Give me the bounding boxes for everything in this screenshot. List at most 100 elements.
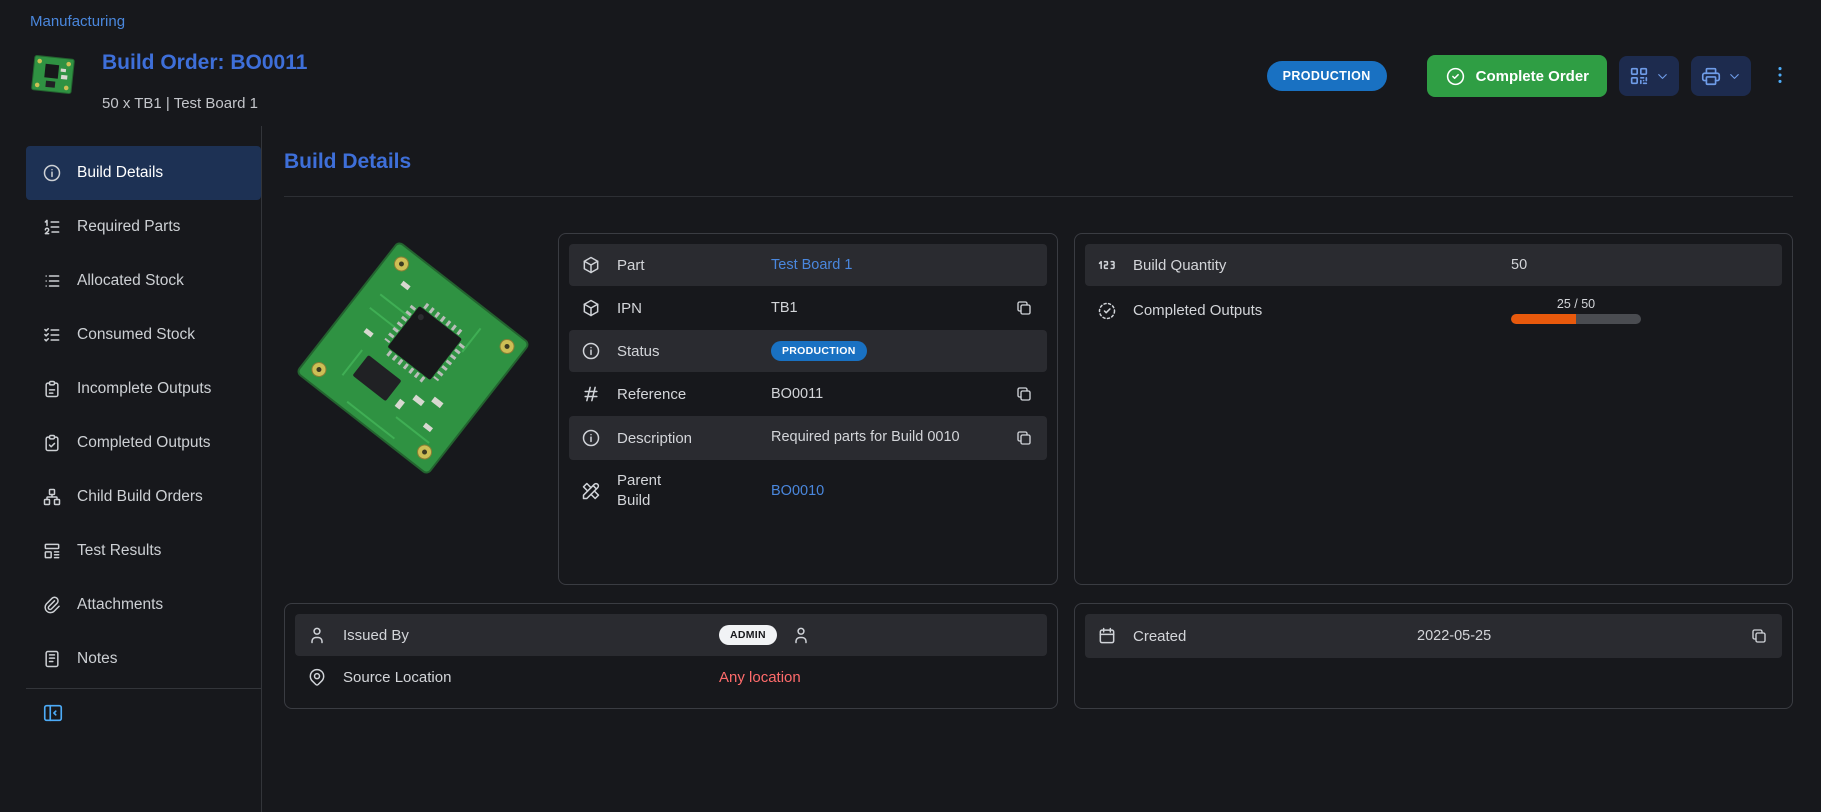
sidebar-item-consumed-stock[interactable]: Consumed Stock <box>26 308 261 362</box>
dots-vertical-icon <box>1769 64 1791 86</box>
chevron-down-icon <box>1727 69 1742 84</box>
build-quantity-value: 50 <box>1511 257 1527 273</box>
more-actions-button[interactable] <box>1767 60 1793 93</box>
part-link[interactable]: Test Board 1 <box>771 257 852 273</box>
row-status: Status PRODUCTION <box>569 330 1047 372</box>
row-created: Created 2022-05-25 <box>1085 614 1782 658</box>
tools-icon <box>581 481 601 501</box>
admin-badge: ADMIN <box>719 625 777 645</box>
copy-ipn-button[interactable] <box>1013 297 1035 319</box>
map-pin-icon <box>307 667 327 687</box>
copy-created-button[interactable] <box>1748 625 1770 647</box>
row-part: Part Test Board 1 <box>569 244 1047 286</box>
part-image <box>284 233 542 585</box>
issued-by-label: Issued By <box>343 627 703 644</box>
pcb-image <box>288 233 538 483</box>
body: Build Details Required Parts Allocated S… <box>0 126 1821 812</box>
issued-by-value: ADMIN <box>719 625 811 645</box>
progress-check-icon <box>1097 301 1117 321</box>
copy-icon <box>1750 627 1768 645</box>
paperclip-icon <box>42 595 62 615</box>
main-content: Build Details <box>262 126 1821 812</box>
copy-icon <box>1015 385 1033 403</box>
sidebar-item-child-build-orders[interactable]: Child Build Orders <box>26 470 261 524</box>
row-description: Description Required parts for Build 001… <box>569 416 1047 460</box>
copy-description-button[interactable] <box>1013 427 1035 449</box>
copy-reference-button[interactable] <box>1013 383 1035 405</box>
row-build-quantity: Build Quantity 50 <box>1085 244 1782 286</box>
progress-fill <box>1511 314 1576 324</box>
description-label: Description <box>617 430 755 447</box>
breadcrumb-manufacturing-link[interactable]: Manufacturing <box>30 13 125 30</box>
header-left: Build Order: BO0011 50 x TB1 | Test Boar… <box>26 47 307 112</box>
hash-icon <box>581 384 601 404</box>
row-issued-by: Issued By ADMIN <box>295 614 1047 656</box>
list-icon <box>42 271 62 291</box>
sidebar-item-completed-outputs[interactable]: Completed Outputs <box>26 416 261 470</box>
user-icon <box>307 625 327 645</box>
info-circle-icon <box>581 341 601 361</box>
barcode-actions-button[interactable] <box>1619 56 1679 96</box>
page-header: Build Order: BO0011 50 x TB1 | Test Boar… <box>0 35 1821 126</box>
sidebar-item-incomplete-outputs[interactable]: Incomplete Outputs <box>26 362 261 416</box>
sidebar-item-label: Notes <box>77 650 118 668</box>
sidebar-footer <box>26 688 261 729</box>
sidebar-item-attachments[interactable]: Attachments <box>26 578 261 632</box>
circle-check-icon <box>1445 66 1466 87</box>
user-icon <box>791 625 811 645</box>
sidebar-item-build-details[interactable]: Build Details <box>26 146 261 200</box>
source-location-value: Any location <box>719 669 801 686</box>
sidebar-item-label: Child Build Orders <box>77 488 203 506</box>
sidebar-item-test-results[interactable]: Test Results <box>26 524 261 578</box>
row-source-location: Source Location Any location <box>295 656 1047 698</box>
reference-label: Reference <box>617 386 755 403</box>
created-label: Created <box>1133 628 1401 645</box>
row-parent-build: Parent Build BO0010 <box>569 460 1047 521</box>
meta-grid: Issued By ADMIN Source Location Any loca… <box>284 603 1793 709</box>
clipboard-icon <box>42 379 62 399</box>
info-circle-icon <box>581 428 601 448</box>
part-label: Part <box>617 257 755 274</box>
sidebar-collapse-button[interactable] <box>42 702 64 727</box>
sidebar-item-required-parts[interactable]: Required Parts <box>26 200 261 254</box>
heading-divider <box>284 196 1793 197</box>
sidebar-item-label: Attachments <box>77 596 163 614</box>
clipboard-check-icon <box>42 433 62 453</box>
sitemap-icon <box>42 487 62 507</box>
copy-icon <box>1015 429 1033 447</box>
issued-panel: Issued By ADMIN Source Location Any loca… <box>284 603 1058 709</box>
header-titles: Build Order: BO0011 50 x TB1 | Test Boar… <box>102 47 307 112</box>
row-completed-outputs: Completed Outputs 25 / 50 <box>1085 286 1782 335</box>
breadcrumb: Manufacturing <box>0 0 1821 35</box>
part-thumbnail[interactable] <box>26 47 80 101</box>
info-circle-icon <box>42 163 62 183</box>
complete-order-button[interactable]: Complete Order <box>1427 55 1607 97</box>
description-value: Required parts for Build 0010 <box>771 427 960 448</box>
printer-icon <box>1700 65 1722 87</box>
status-label: Status <box>617 343 755 360</box>
parent-build-link[interactable]: BO0010 <box>771 483 824 499</box>
sidebar-item-label: Required Parts <box>77 218 180 236</box>
print-actions-button[interactable] <box>1691 56 1751 96</box>
sidebar-item-label: Allocated Stock <box>77 272 184 290</box>
row-ipn: IPN TB1 <box>569 286 1047 330</box>
page-title: Build Order: BO0011 <box>102 51 307 75</box>
sidebar-item-label: Completed Outputs <box>77 434 211 452</box>
sidebar-item-allocated-stock[interactable]: Allocated Stock <box>26 254 261 308</box>
status-value-badge: PRODUCTION <box>771 341 867 361</box>
build-quantity-label: Build Quantity <box>1133 257 1495 274</box>
sidebar-item-label: Consumed Stock <box>77 326 195 344</box>
ipn-value: TB1 <box>771 300 798 316</box>
details-grid: Part Test Board 1 IPN TB1 Status PRODUCT… <box>284 233 1793 585</box>
calendar-icon <box>1097 626 1117 646</box>
created-value: 2022-05-25 <box>1417 628 1491 644</box>
row-reference: Reference BO0011 <box>569 372 1047 416</box>
source-location-label: Source Location <box>343 669 703 686</box>
notes-icon <box>42 649 62 669</box>
progress-track <box>1511 314 1641 324</box>
list-check-icon <box>42 325 62 345</box>
completed-outputs-label: Completed Outputs <box>1133 302 1495 319</box>
sidebar-item-label: Build Details <box>77 164 163 182</box>
qrcode-icon <box>1628 65 1650 87</box>
sidebar-item-notes[interactable]: Notes <box>26 632 261 686</box>
